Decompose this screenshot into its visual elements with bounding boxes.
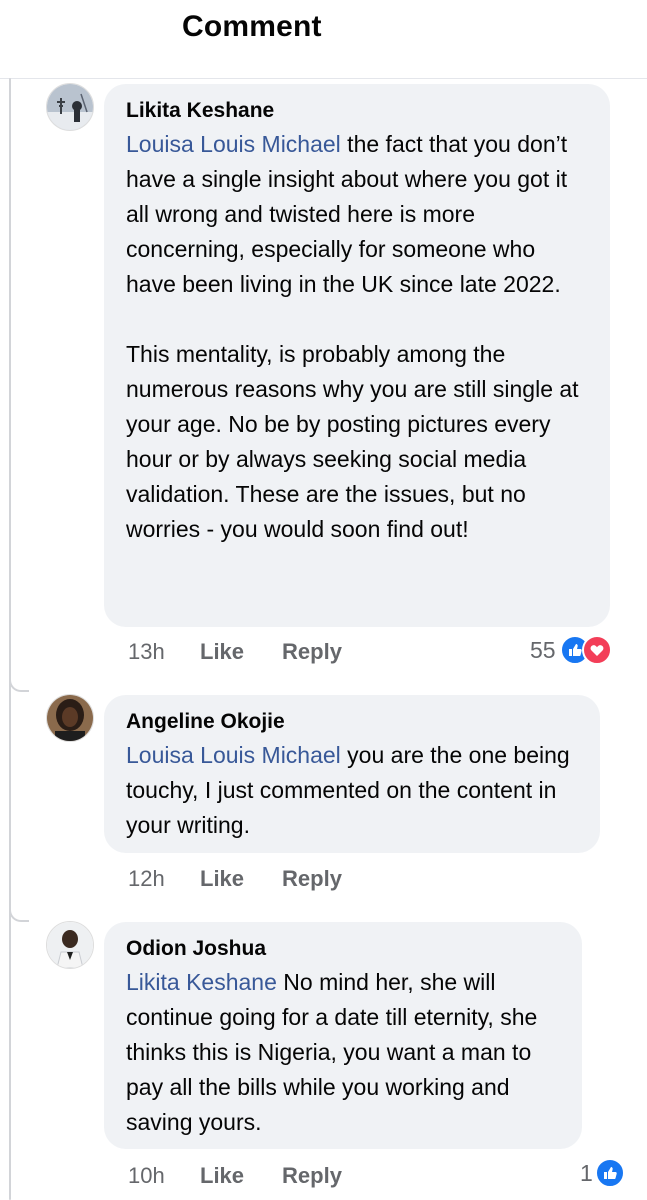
- thread-connector: [9, 678, 29, 692]
- comment-time[interactable]: 13h: [128, 639, 200, 665]
- reaction-summary[interactable]: 1: [580, 1158, 625, 1188]
- reaction-count: 55: [530, 636, 556, 663]
- thread-line: [9, 78, 11, 1200]
- love-icon: [581, 635, 612, 665]
- comment-author[interactable]: Odion Joshua: [126, 936, 560, 962]
- comment-actions: 12h Like Reply: [128, 866, 380, 892]
- comment-bubble: Angeline Okojie Louisa Louis Michael you…: [104, 695, 600, 853]
- like-button[interactable]: Like: [200, 1163, 244, 1189]
- comment-time[interactable]: 10h: [128, 1163, 200, 1189]
- comment-actions: 10h Like Reply: [128, 1163, 380, 1189]
- comment-author[interactable]: Likita Keshane: [126, 98, 588, 124]
- like-button[interactable]: Like: [200, 639, 244, 665]
- reaction-summary[interactable]: 55: [530, 635, 612, 665]
- comment-time[interactable]: 12h: [128, 866, 200, 892]
- comment-bubble: Odion Joshua Likita Keshane No mind her,…: [104, 922, 582, 1149]
- comment-text: Louisa Louis Michael you are the one bei…: [126, 738, 578, 843]
- like-icon: [594, 1158, 625, 1188]
- comment-actions: 13h Like Reply: [128, 639, 380, 665]
- mention-link[interactable]: Louisa Louis Michael: [126, 131, 341, 157]
- mention-link[interactable]: Likita Keshane: [126, 969, 277, 995]
- reply-button[interactable]: Reply: [282, 639, 342, 665]
- reply-button[interactable]: Reply: [282, 1163, 342, 1189]
- avatar[interactable]: [46, 921, 94, 969]
- avatar[interactable]: [46, 83, 94, 131]
- page-title: Comment: [182, 10, 322, 43]
- comment-body: the fact that you don’t have a single in…: [126, 131, 579, 542]
- header-bar: Comment: [0, 0, 647, 79]
- comment-author[interactable]: Angeline Okojie: [126, 709, 578, 735]
- like-button[interactable]: Like: [200, 866, 244, 892]
- comment-text: Likita Keshane No mind her, she will con…: [126, 965, 560, 1140]
- mention-link[interactable]: Louisa Louis Michael: [126, 742, 341, 768]
- reply-button[interactable]: Reply: [282, 866, 342, 892]
- comment-text: Louisa Louis Michael the fact that you d…: [126, 127, 588, 547]
- avatar[interactable]: [46, 694, 94, 742]
- reaction-count: 1: [580, 1159, 593, 1186]
- comment-bubble: Likita Keshane Louisa Louis Michael the …: [104, 84, 610, 627]
- thread-connector: [9, 908, 29, 922]
